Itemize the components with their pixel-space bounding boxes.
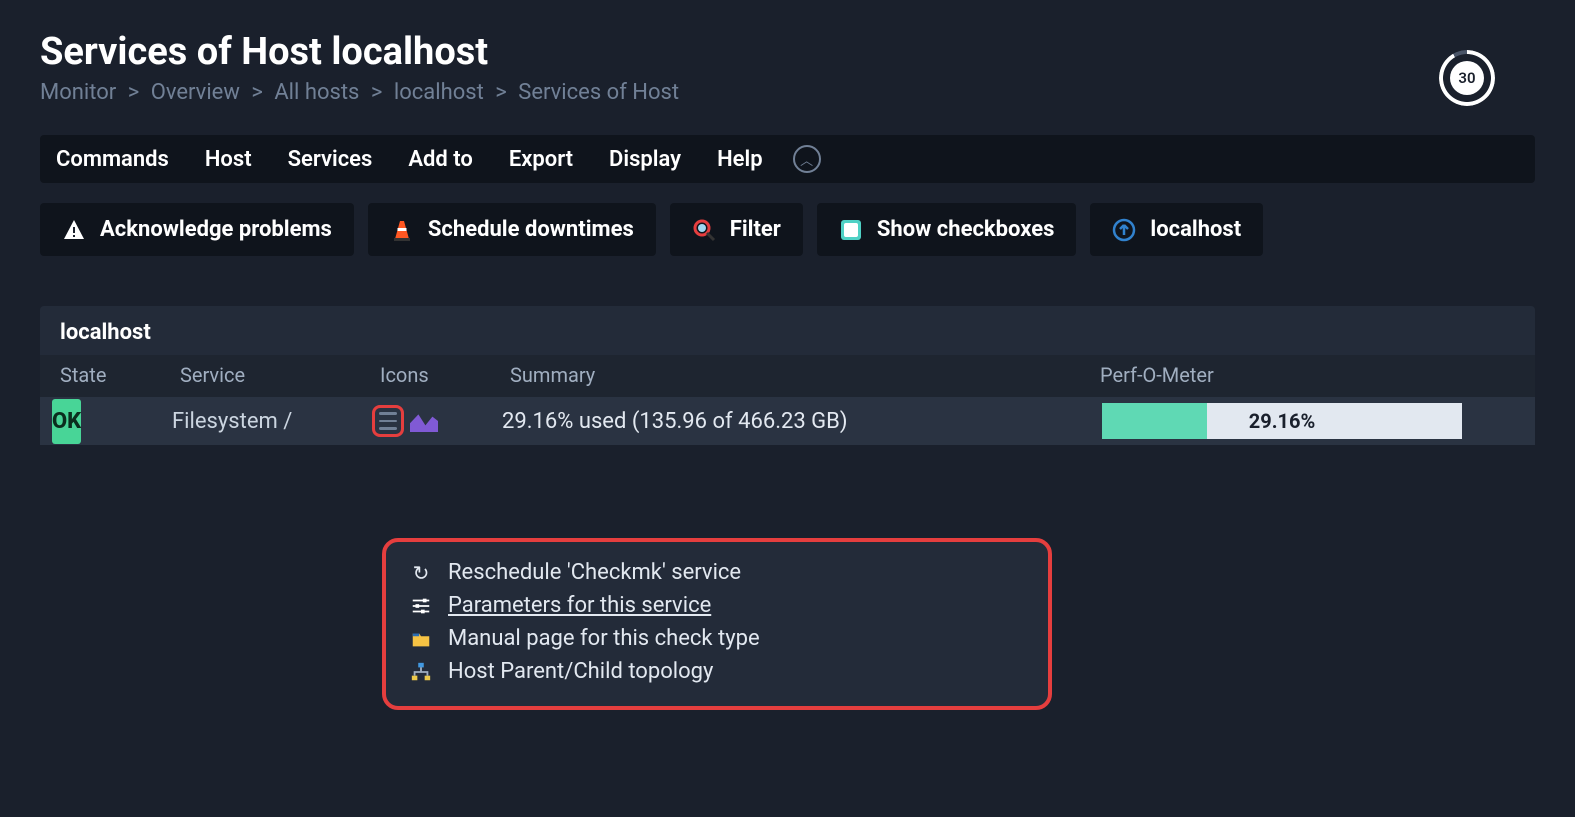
col-summary: Summary: [510, 363, 1100, 387]
filter-button[interactable]: Filter: [670, 203, 803, 256]
col-state: State: [60, 363, 180, 387]
refresh-countdown-value: 30: [1450, 61, 1484, 95]
button-label: localhost: [1150, 217, 1241, 242]
schedule-downtimes-button[interactable]: Schedule downtimes: [368, 203, 656, 256]
menu-parameters[interactable]: Parameters for this service: [408, 589, 1018, 622]
page-title: Services of Host localhost: [40, 30, 679, 74]
button-label: Schedule downtimes: [428, 217, 634, 242]
toolbar: Acknowledge problems Schedule downtimes …: [40, 203, 1535, 256]
folder-icon: [408, 628, 434, 650]
breadcrumb-item[interactable]: localhost: [394, 80, 484, 105]
menu-item-label: Reschedule 'Checkmk' service: [448, 560, 741, 585]
breadcrumb-item: Services of Host: [518, 80, 679, 105]
menu-add-to[interactable]: Add to: [408, 147, 473, 172]
menu-item-label: Parameters for this service: [448, 593, 711, 618]
arrow-up-circle-icon: [1112, 218, 1136, 242]
state-badge: OK: [52, 399, 81, 444]
col-perf: Perf-O-Meter: [1100, 363, 1470, 387]
breadcrumb-item[interactable]: Monitor: [40, 80, 116, 105]
table-header: State Service Icons Summary Perf-O-Meter: [40, 355, 1535, 397]
menu-item-label: Host Parent/Child topology: [448, 659, 713, 684]
menu-reschedule[interactable]: ↻ Reschedule 'Checkmk' service: [408, 556, 1018, 589]
perf-o-meter[interactable]: 29.16%: [1102, 403, 1462, 439]
menubar: Commands Host Services Add to Export Dis…: [40, 135, 1535, 183]
button-label: Acknowledge problems: [100, 217, 332, 242]
show-checkboxes-button[interactable]: Show checkboxes: [817, 203, 1077, 256]
traffic-cone-icon: [390, 218, 414, 242]
button-label: Show checkboxes: [877, 217, 1055, 242]
host-link-button[interactable]: localhost: [1090, 203, 1263, 256]
reload-icon: ↻: [408, 561, 434, 585]
menu-host[interactable]: Host: [205, 147, 252, 172]
magnifier-icon: [692, 218, 716, 242]
breadcrumb-item[interactable]: All hosts: [274, 80, 359, 105]
action-menu-icon[interactable]: [372, 405, 404, 437]
service-name[interactable]: Filesystem /: [172, 409, 372, 434]
services-panel: localhost State Service Icons Summary Pe…: [40, 306, 1535, 445]
checkbox-icon: [839, 218, 863, 242]
menu-topology[interactable]: Host Parent/Child topology: [408, 655, 1018, 688]
sliders-icon: [408, 595, 434, 617]
acknowledge-problems-button[interactable]: Acknowledge problems: [40, 203, 354, 256]
col-service: Service: [180, 363, 380, 387]
topology-icon: [408, 661, 434, 683]
menu-manual-page[interactable]: Manual page for this check type: [408, 622, 1018, 655]
refresh-countdown[interactable]: 30: [1439, 50, 1495, 106]
breadcrumb-item[interactable]: Overview: [151, 80, 240, 105]
menu-help[interactable]: Help: [717, 147, 763, 172]
col-icons: Icons: [380, 363, 510, 387]
menu-commands[interactable]: Commands: [56, 147, 169, 172]
service-summary: 29.16% used (135.96 of 466.23 GB): [502, 409, 1092, 434]
breadcrumb: Monitor > Overview > All hosts > localho…: [40, 80, 679, 105]
menu-export[interactable]: Export: [509, 147, 573, 172]
chevron-up-icon: ︿: [800, 150, 813, 169]
perf-label: 29.16%: [1249, 409, 1315, 433]
menu-collapse-toggle[interactable]: ︿: [793, 145, 821, 173]
menu-display[interactable]: Display: [609, 147, 681, 172]
warning-icon: [62, 218, 86, 242]
menu-item-label: Manual page for this check type: [448, 626, 760, 651]
action-menu-popup: ↻ Reschedule 'Checkmk' service Parameter…: [382, 538, 1052, 710]
menu-services[interactable]: Services: [288, 147, 373, 172]
graph-icon[interactable]: [410, 410, 438, 432]
table-row[interactable]: OK Filesystem / 29.16% used (135.96 of 4…: [40, 397, 1535, 445]
button-label: Filter: [730, 217, 781, 242]
panel-host-title: localhost: [40, 306, 1535, 355]
